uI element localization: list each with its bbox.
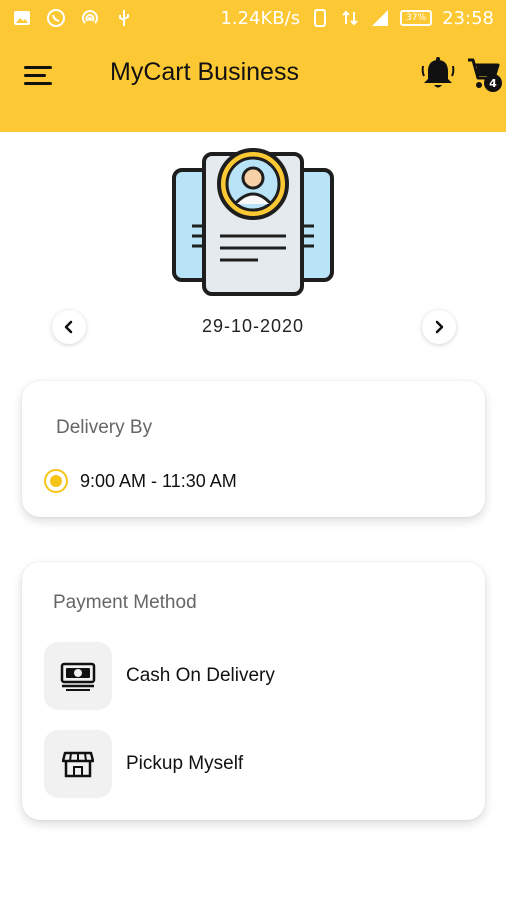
delivery-title: Delivery By <box>56 417 153 438</box>
app-title: MyCart Business <box>110 58 299 86</box>
profile-document-illustration <box>168 146 338 298</box>
delivery-slot-radio[interactable] <box>44 469 68 493</box>
battery-icon: 37% <box>400 10 433 26</box>
image-icon <box>12 8 32 28</box>
menu-button[interactable] <box>22 62 56 90</box>
bell-icon <box>421 57 455 88</box>
store-icon <box>44 730 112 798</box>
payment-option-label: Pickup Myself <box>126 753 244 774</box>
notifications-button[interactable] <box>418 54 458 94</box>
chevron-right-icon <box>435 320 444 334</box>
signal-icon <box>370 8 390 28</box>
payment-option-cash[interactable]: Cash On Delivery <box>44 642 464 710</box>
cart-count-badge: 4 <box>484 74 502 92</box>
usb-icon <box>114 8 134 28</box>
status-bar: 1.24KB/s 37% 23:58 <box>0 0 506 36</box>
phone-icon <box>310 8 330 28</box>
payment-option-pickup[interactable]: Pickup Myself <box>44 730 464 798</box>
radio-selected-dot <box>50 475 62 487</box>
cart-button[interactable]: 4 <box>464 54 504 94</box>
app-bar: MyCart Business 4 <box>0 36 506 132</box>
clock: 23:58 <box>442 7 494 29</box>
payment-title: Payment Method <box>53 592 197 613</box>
network-speed: 1.24KB/s <box>220 7 301 29</box>
whatsapp-icon <box>46 8 66 28</box>
payment-option-label: Cash On Delivery <box>126 665 275 686</box>
hotspot-icon <box>80 8 100 28</box>
cash-icon <box>44 642 112 710</box>
payment-card: Payment Method Cash On Delivery Pickup M… <box>22 562 485 820</box>
data-icon <box>340 8 360 28</box>
next-date-button[interactable] <box>422 310 456 344</box>
hamburger-icon <box>24 66 52 85</box>
delivery-slot-label[interactable]: 9:00 AM - 11:30 AM <box>80 471 237 492</box>
delivery-card: Delivery By 9:00 AM - 11:30 AM <box>22 381 485 517</box>
